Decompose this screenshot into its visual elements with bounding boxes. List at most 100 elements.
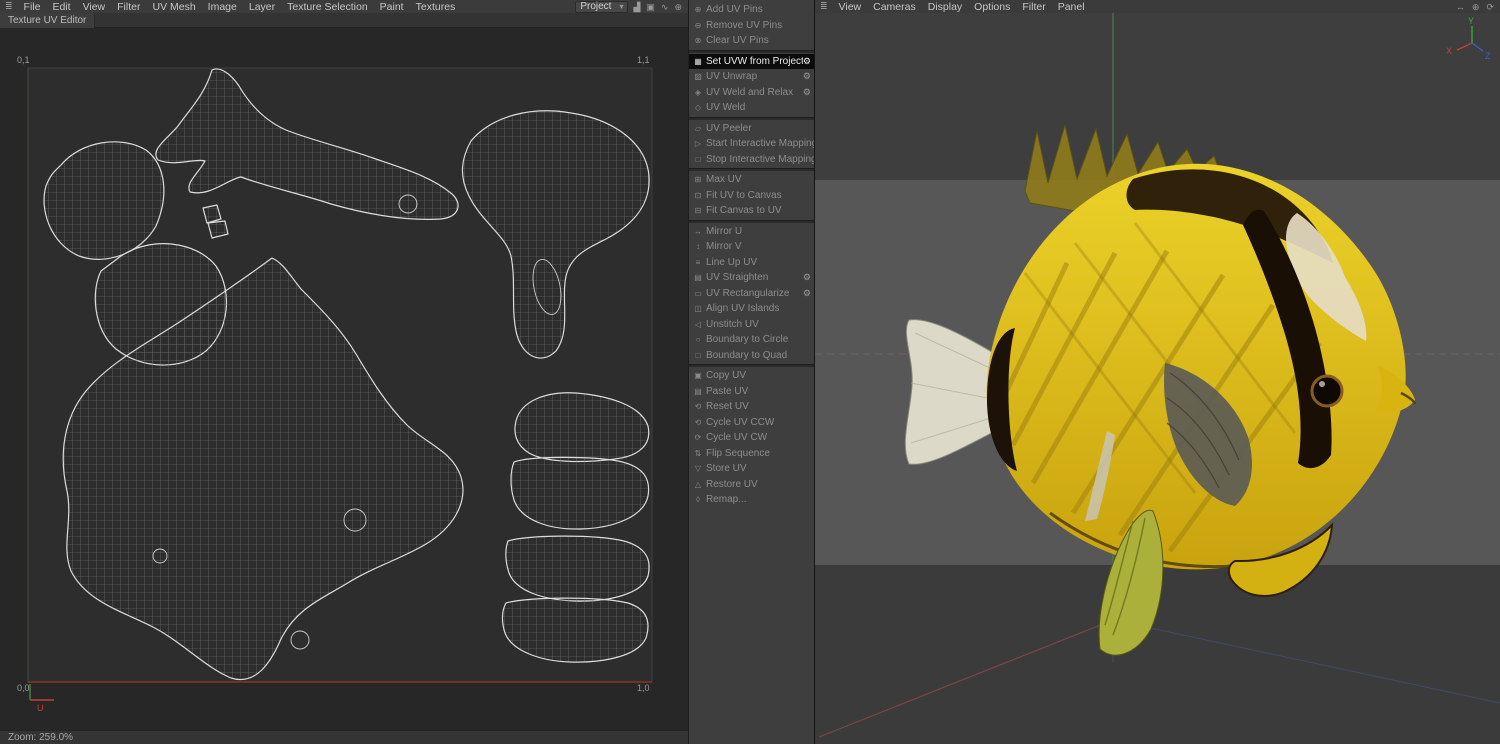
command-separator xyxy=(689,219,814,223)
cmd-fit-canvas-to-uv[interactable]: ⊟ Fit Canvas to UV xyxy=(689,203,814,219)
cycle-uv-cw-icon: ⟳ xyxy=(694,433,702,443)
cmd-cycle-uv-cw[interactable]: ⟳ Cycle UV CW xyxy=(689,430,814,446)
corner-label-01: 0,1 xyxy=(17,55,30,65)
tab-texture-uv-editor[interactable]: Texture UV Editor xyxy=(0,12,96,28)
uv-unwrap-gear-icon[interactable]: ⚙ xyxy=(803,71,814,82)
uv-straighten-gear-icon[interactable]: ⚙ xyxy=(803,272,814,283)
cmd-uv-weld[interactable]: ◇ UV Weld xyxy=(689,100,814,116)
cmd-label: UV Weld xyxy=(706,102,746,114)
cmd-copy-uv[interactable]: ▣ Copy UV xyxy=(689,368,814,384)
cmd-restore-uv[interactable]: △ Restore UV xyxy=(689,477,814,493)
pan-hand-icon[interactable]: ∿ xyxy=(660,1,670,13)
cmd-remove-uv-pins[interactable]: ⊖ Remove UV Pins xyxy=(689,18,814,34)
cmd-label: Remap... xyxy=(706,494,747,506)
gizmo-x-label: X xyxy=(1446,46,1452,56)
snap-icon[interactable]: ⊕ xyxy=(673,1,683,13)
menu-image[interactable]: Image xyxy=(202,1,243,13)
uv-island-fin-b-upper[interactable] xyxy=(505,535,650,602)
project-dropdown[interactable]: Project ▾ xyxy=(575,0,629,13)
pan-icon[interactable]: ↔ xyxy=(1455,1,1466,13)
cmd-add-uv-pins[interactable]: ⊕ Add UV Pins xyxy=(689,2,814,18)
viewmenu-display[interactable]: Display xyxy=(922,1,968,13)
cmd-label: Line Up UV xyxy=(706,256,758,268)
corner-label-11: 1,1 xyxy=(637,55,650,65)
cmd-label: Store UV xyxy=(706,463,747,475)
menu-textures[interactable]: Textures xyxy=(410,1,462,13)
cmd-start-interactive-mapping[interactable]: ▷ Start Interactive Mapping xyxy=(689,136,814,152)
gizmo-z-label: Z xyxy=(1485,51,1491,61)
cmd-label: Add UV Pins xyxy=(706,4,763,16)
cmd-uv-peeler[interactable]: ▱ UV Peeler xyxy=(689,121,814,137)
uv-weld-and-relax-icon: ◈ xyxy=(694,87,702,97)
boundary-to-quad-icon: □ xyxy=(695,350,701,360)
menu-filter[interactable]: Filter xyxy=(111,1,146,13)
cmd-remap[interactable]: ◊ Remap... xyxy=(689,492,814,508)
cmd-uv-rectangularize[interactable]: ▭ UV Rectangularize ⚙ xyxy=(689,286,814,302)
viewport-menu-grip-icon[interactable]: ≣ xyxy=(815,1,833,12)
cmd-store-uv[interactable]: ▽ Store UV xyxy=(689,461,814,477)
cmd-label: UV Rectangularize xyxy=(706,287,790,299)
cmd-set-uvw-from-projection[interactable]: ▦ Set UVW from Projection⚙ xyxy=(689,53,814,69)
lock-icon[interactable]: ▣ xyxy=(645,1,656,13)
remove-uv-pins-icon: ⊖ xyxy=(694,20,702,30)
cmd-label: Boundary to Quad xyxy=(706,349,788,361)
fish-model[interactable] xyxy=(904,124,1417,656)
restore-uv-icon: △ xyxy=(694,479,702,489)
uv-weld-and-relax-gear-icon[interactable]: ⚙ xyxy=(803,87,814,98)
cmd-unstitch-uv[interactable]: ◁ Unstitch UV xyxy=(689,317,814,333)
menu-file[interactable]: File xyxy=(18,1,47,13)
menu-layer[interactable]: Layer xyxy=(243,1,281,13)
viewmenu-filter[interactable]: Filter xyxy=(1016,1,1051,13)
uv-island-small-quad-1[interactable] xyxy=(202,204,222,224)
cmd-uv-straighten[interactable]: ▤ UV Straighten ⚙ xyxy=(689,270,814,286)
unstitch-uv-icon: ◁ xyxy=(694,319,702,329)
uv-editor-menubar: ≣ File Edit View Filter UV Mesh Image Layer Tex… xyxy=(0,0,688,13)
copy-uv-icon: ▣ xyxy=(694,371,702,381)
cmd-boundary-to-quad[interactable]: □ Boundary to Quad xyxy=(689,348,814,364)
axis-u-label: U xyxy=(37,703,44,713)
cmd-stop-interactive-mapping[interactable]: □ Stop Interactive Mapping xyxy=(689,152,814,168)
cmd-boundary-to-circle[interactable]: ○ Boundary to Circle xyxy=(689,332,814,348)
start-interactive-mapping-icon: ▷ xyxy=(694,139,702,149)
viewmenu-options[interactable]: Options xyxy=(968,1,1016,13)
histogram-icon[interactable]: ▟ xyxy=(632,1,641,13)
cmd-label: Align UV Islands xyxy=(706,303,780,315)
cmd-mirror-v[interactable]: ↕ Mirror V xyxy=(689,239,814,255)
zoom-icon[interactable]: ⊕ xyxy=(1471,1,1481,13)
cmd-label: Remove UV Pins xyxy=(706,19,783,31)
zoom-level: Zoom: 259.0% xyxy=(8,732,74,743)
cmd-uv-weld-and-relax[interactable]: ◈ UV Weld and Relax ⚙ xyxy=(689,85,814,101)
set-uvw-from-projection-gear-icon[interactable]: ⚙ xyxy=(803,56,814,67)
fit-uv-to-canvas-icon: ⊡ xyxy=(694,190,702,200)
cmd-line-up-uv[interactable]: ≡ Line Up UV xyxy=(689,255,814,271)
cmd-fit-uv-to-canvas[interactable]: ⊡ Fit UV to Canvas xyxy=(689,188,814,204)
viewport-canvas[interactable]: Y X Z xyxy=(815,13,1500,744)
cmd-label: Clear UV Pins xyxy=(706,35,769,47)
cmd-label: Reset UV xyxy=(706,401,749,413)
menu-texture-selection[interactable]: Texture Selection xyxy=(281,1,374,13)
uv-canvas[interactable]: 0,1 1,1 0,0 1,0 U xyxy=(0,0,688,744)
viewmenu-cameras[interactable]: Cameras xyxy=(867,1,922,13)
uv-rectangularize-gear-icon[interactable]: ⚙ xyxy=(803,288,814,299)
cmd-cycle-uv-ccw[interactable]: ⟲ Cycle UV CCW xyxy=(689,415,814,431)
cmd-clear-uv-pins[interactable]: ⊗ Clear UV Pins xyxy=(689,33,814,49)
cmd-align-uv-islands[interactable]: ◫ Align UV Islands xyxy=(689,301,814,317)
menu-grip-icon[interactable]: ≣ xyxy=(0,1,18,12)
menu-view[interactable]: View xyxy=(77,1,112,13)
cmd-paste-uv[interactable]: ▤ Paste UV xyxy=(689,384,814,400)
cmd-label: UV Weld and Relax xyxy=(706,86,794,98)
menu-edit[interactable]: Edit xyxy=(46,1,76,13)
cmd-reset-uv[interactable]: ⟲ Reset UV xyxy=(689,399,814,415)
cmd-flip-sequence[interactable]: ⇅ Flip Sequence xyxy=(689,446,814,462)
cmd-uv-unwrap[interactable]: ▨ UV Unwrap ⚙ xyxy=(689,69,814,85)
cmd-label: Start Interactive Mapping xyxy=(706,138,814,150)
command-separator xyxy=(689,49,814,53)
menu-paint[interactable]: Paint xyxy=(374,1,410,13)
orbit-icon[interactable]: ⟳ xyxy=(1485,1,1495,13)
cmd-max-uv[interactable]: ⊞ Max UV xyxy=(689,172,814,188)
menu-uv-mesh[interactable]: UV Mesh xyxy=(146,1,201,13)
cmd-mirror-u[interactable]: ↔ Mirror U xyxy=(689,224,814,240)
viewmenu-view[interactable]: View xyxy=(833,1,868,13)
viewmenu-panel[interactable]: Panel xyxy=(1052,1,1091,13)
uv-island-fin-a-lower[interactable] xyxy=(510,456,650,530)
